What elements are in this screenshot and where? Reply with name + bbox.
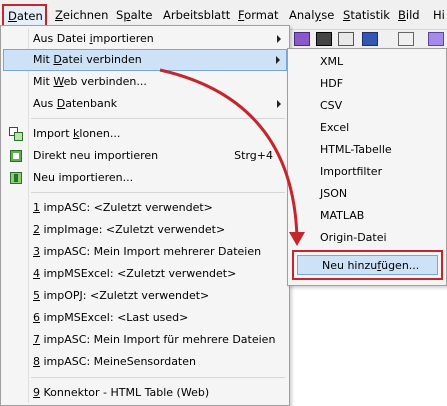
reimport-icon <box>9 149 23 163</box>
menu-item-from-database[interactable]: Aus Datenbank <box>3 93 287 115</box>
tree-icon[interactable] <box>398 32 414 46</box>
submenu-item-matlab[interactable]: MATLAB <box>290 205 444 227</box>
submenu-arrow-icon <box>277 35 281 43</box>
film-icon[interactable] <box>316 32 332 46</box>
menu-daten[interactable]: Daten <box>2 4 47 27</box>
recent-item-2[interactable]: 2 impImage: <Zuletzt verwendet> <box>3 219 287 241</box>
menu-item-clone-import[interactable]: Import klonen... <box>3 123 287 145</box>
submenu-item-html-table[interactable]: HTML-Tabelle <box>290 139 444 161</box>
submenu-item-hdf[interactable]: HDF <box>290 73 444 95</box>
recent-item-6[interactable]: 6 impMSExcel: <Last used> <box>3 307 287 329</box>
menu-separator <box>31 118 285 119</box>
menu-item-connect-file[interactable]: Mit Datei verbinden <box>3 49 287 71</box>
submenu-item-origin-file[interactable]: Origin-Datei <box>290 227 444 249</box>
recent-item-7[interactable]: 7 impASC: Mein Import für mehrere Dateie… <box>3 329 287 351</box>
shortcut-label: Strg+4 <box>234 149 273 162</box>
menu-item-connect-web[interactable]: Mit Web verbinden... <box>3 71 287 93</box>
recent-item-5[interactable]: 5 impOPJ: <Zuletzt verwendet> <box>3 285 287 307</box>
menu-item-import-file[interactable]: Aus Datei importieren <box>3 28 287 50</box>
menu-hilfe[interactable]: Hi <box>433 0 445 30</box>
menu-analyse[interactable]: Analyse <box>289 0 334 30</box>
submenu-item-csv[interactable]: CSV <box>290 95 444 117</box>
submenu-arrow-icon <box>277 100 281 108</box>
toolbar-icon-2[interactable] <box>428 32 444 46</box>
new-import-icon <box>9 171 23 185</box>
submenu-item-import-filter[interactable]: Importfilter <box>290 161 444 183</box>
menu-item-new-import[interactable]: Neu importieren... <box>3 167 287 189</box>
clone-import-icon <box>9 127 23 141</box>
daten-dropdown-menu: Aus Datei importieren Mit Datei verbinde… <box>0 25 290 406</box>
submenu-item-json[interactable]: JSON <box>290 183 444 205</box>
submenu-item-excel[interactable]: Excel <box>290 117 444 139</box>
menu-item-reimport[interactable]: Direkt neu importieren Strg+4 <box>3 145 287 167</box>
menu-statistik[interactable]: Statistik <box>343 0 390 30</box>
toolbar <box>290 30 447 48</box>
recent-item-8[interactable]: 8 impASC: MeineSensordaten <box>3 351 287 373</box>
toolbar-icon-1[interactable] <box>294 32 310 46</box>
recent-item-3[interactable]: 3 impASC: Mein Import mehrerer Dateien <box>3 241 287 263</box>
menu-bild[interactable]: Bild <box>398 0 420 30</box>
menu-separator <box>31 377 285 378</box>
submenu-item-xml[interactable]: XML <box>290 51 444 73</box>
table-icon[interactable] <box>338 32 354 46</box>
recent-item-4[interactable]: 4 impMSExcel: <Zuletzt verwendet> <box>3 263 287 285</box>
menu-item-connector-html[interactable]: 9 Konnektor - HTML Table (Web) <box>3 382 287 404</box>
menu-separator <box>31 192 285 193</box>
layout-icon[interactable] <box>362 32 378 46</box>
submenu-item-add-new[interactable]: Neu hinzufügen... <box>292 250 443 280</box>
submenu-arrow-icon <box>276 56 280 64</box>
recent-item-1[interactable]: 1 impASC: <Zuletzt verwendet> <box>3 197 287 219</box>
add-new-label: Neu hinzufügen... <box>297 255 438 275</box>
